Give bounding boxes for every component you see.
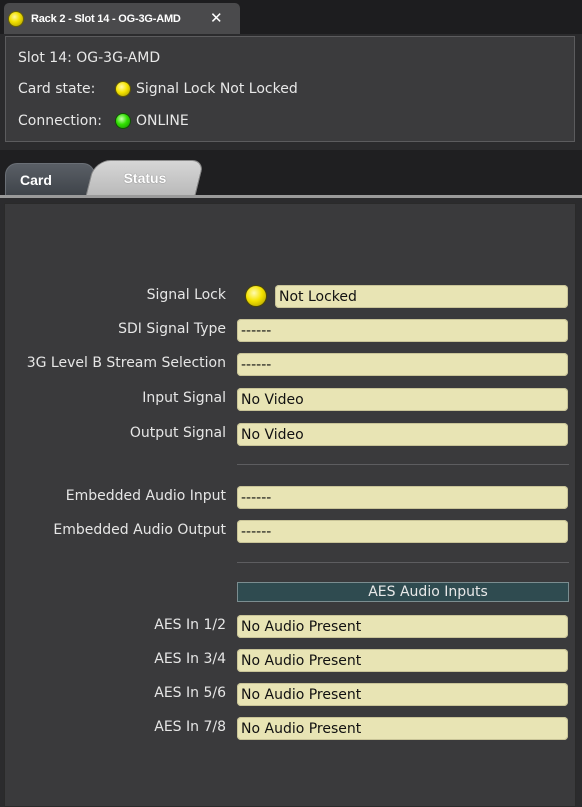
connection-row: Connection: ONLINE [18, 113, 189, 129]
card-info-header: Slot 14: OG-3G-AMD Card state: Signal Lo… [5, 36, 575, 142]
embedded-audio-output-field: ------ [237, 520, 568, 543]
tab-card[interactable]: Card [5, 163, 95, 195]
card-state-row: Card state: Signal Lock Not Locked [18, 81, 298, 97]
signal-lock-label: Signal Lock [146, 287, 226, 303]
card-state-value: Signal Lock Not Locked [136, 81, 298, 97]
embedded-audio-output-label: Embedded Audio Output [53, 522, 226, 538]
slot-title: Slot 14: OG-3G-AMD [18, 50, 161, 66]
aes-in-label: AES In 1/2 [154, 617, 226, 633]
separator [237, 562, 569, 563]
aes-in-field: No Audio Present [237, 717, 568, 740]
window-tab[interactable]: Rack 2 - Slot 14 - OG-3G-AMD ✕ [4, 3, 240, 34]
aes-in-field: No Audio Present [237, 683, 568, 706]
status-led-icon [9, 11, 23, 26]
signal-lock-led-icon [246, 286, 266, 306]
aes-in-label: AES In 7/8 [154, 719, 226, 735]
tab-status[interactable]: Status [90, 160, 200, 196]
separator [237, 464, 569, 465]
connection-label: Connection: [18, 113, 102, 129]
aes-in-field: No Audio Present [237, 649, 568, 672]
aes-audio-inputs-header: AES Audio Inputs [237, 582, 569, 602]
connection-led-icon [116, 114, 130, 128]
tab-divider [0, 195, 582, 198]
card-state-label: Card state: [18, 81, 96, 97]
embedded-audio-input-label: Embedded Audio Input [65, 488, 226, 504]
stream-selection-label: 3G Level B Stream Selection [26, 355, 226, 371]
input-signal-label: Input Signal [142, 390, 226, 406]
close-icon[interactable]: ✕ [210, 9, 223, 27]
sdi-signal-type-field: ------ [237, 319, 568, 342]
input-signal-field: No Video [237, 388, 568, 411]
aes-in-field: No Audio Present [237, 615, 568, 638]
output-signal-label: Output Signal [129, 425, 226, 441]
aes-in-label: AES In 5/6 [154, 685, 226, 701]
aes-in-label: AES In 3/4 [154, 651, 226, 667]
stream-selection-field: ------ [237, 353, 568, 376]
slot-title-row: Slot 14: OG-3G-AMD [18, 50, 160, 66]
output-signal-field: No Video [237, 423, 568, 446]
window-tab-bar: Rack 2 - Slot 14 - OG-3G-AMD ✕ [0, 0, 582, 34]
sdi-signal-type-label: SDI Signal Type [118, 321, 226, 337]
connection-value: ONLINE [136, 113, 189, 129]
signal-lock-field: Not Locked [275, 285, 568, 308]
window-tab-title: Rack 2 - Slot 14 - OG-3G-AMD [31, 12, 181, 25]
card-state-led-icon [116, 82, 130, 96]
embedded-audio-input-field: ------ [237, 486, 568, 509]
